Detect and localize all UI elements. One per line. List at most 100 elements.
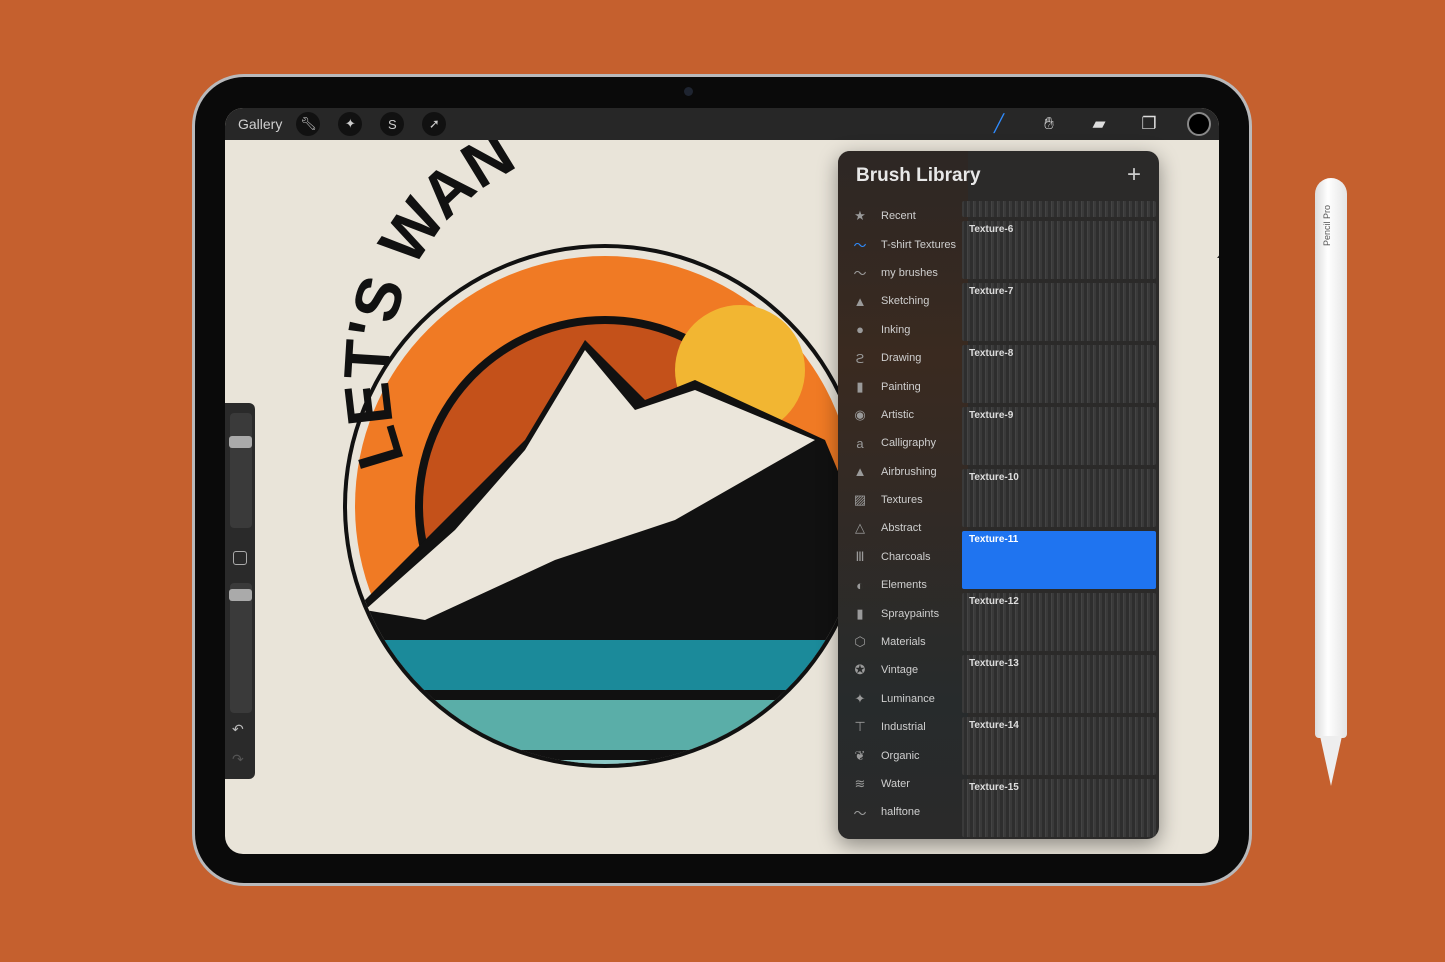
brush-category-item[interactable]: △ Abstract <box>838 514 962 542</box>
category-icon: ϩ <box>855 350 865 366</box>
category-label: Materials <box>881 636 926 649</box>
category-icon: ◉ <box>854 406 866 422</box>
category-icon: ✪ <box>854 662 866 678</box>
brush-category-item[interactable]: ✦ Luminance <box>838 685 962 713</box>
apple-pencil <box>1315 178 1347 738</box>
category-label: Airbrushing <box>881 465 937 478</box>
brush-tile[interactable]: Texture-10 <box>962 469 1156 527</box>
category-label: Inking <box>881 323 911 336</box>
category-icon: ≋ <box>854 776 866 791</box>
brush-category-item[interactable]: ▲ Airbrushing <box>838 458 962 486</box>
camera <box>684 87 693 96</box>
color-picker-button[interactable] <box>1187 112 1211 136</box>
category-label: my brushes <box>881 266 938 279</box>
category-label: Organic <box>881 749 920 762</box>
brush-category-item[interactable]: 〜 halftone <box>838 798 962 826</box>
undo-icon[interactable]: ↶ <box>232 721 244 738</box>
category-icon: ▲ <box>853 464 867 480</box>
brush-name: Texture-14 <box>969 720 1019 731</box>
category-label: Vintage <box>881 664 919 677</box>
brush-category-item[interactable]: ❦ Organic <box>838 741 962 769</box>
opacity-slider[interactable] <box>230 583 252 713</box>
brush-name: Texture-7 <box>969 286 1014 297</box>
category-icon: ▮ <box>856 378 864 394</box>
brush-category-item[interactable]: ⊤ Industrial <box>838 713 962 741</box>
selection-s-icon[interactable]: S <box>380 112 405 136</box>
move-arrow-icon[interactable]: ➚ <box>422 112 447 136</box>
brush-category-item[interactable]: ● Inking <box>838 316 962 344</box>
modify-button[interactable] <box>233 551 247 565</box>
brush-category-item[interactable]: ◉ Artistic <box>838 401 962 429</box>
category-label: Elements <box>881 579 927 592</box>
category-label: Calligraphy <box>881 437 937 450</box>
brush-category-item[interactable]: ▮ Spraypaints <box>838 599 962 627</box>
brush-tile[interactable]: Texture-6 <box>962 221 1156 279</box>
brush-category-item[interactable]: ▨ Textures <box>838 486 962 514</box>
brush-tile[interactable]: Texture-11 <box>962 531 1156 589</box>
brush-library-panel: Brush Library + ★ Recent 〜 T-shirt Textures… <box>838 151 1159 839</box>
category-label: T-shirt Textures <box>881 238 956 251</box>
brush-category-item[interactable]: 〜 T-shirt Textures <box>838 230 962 258</box>
brush-tile[interactable]: Texture-9 <box>962 407 1156 465</box>
category-icon: a <box>856 435 864 451</box>
brush-category-item[interactable]: ◐ Elements <box>838 571 962 599</box>
category-icon: 〜 <box>853 238 867 254</box>
brush-name: Texture-15 <box>969 782 1019 793</box>
brush-category-item[interactable]: ▮ Painting <box>838 372 962 400</box>
brush-category-item[interactable]: ▲ Sketching <box>838 287 962 315</box>
eraser-icon[interactable]: ▰ <box>1087 112 1111 136</box>
brush-size-slider[interactable] <box>230 413 252 528</box>
brush-category-item[interactable]: ✪ Vintage <box>838 656 962 684</box>
gallery-button[interactable]: Gallery <box>238 116 282 132</box>
brush-tile[interactable]: Texture-14 <box>962 717 1156 775</box>
category-label: Water <box>881 778 910 790</box>
brush-tile[interactable]: Texture-15 <box>962 779 1156 837</box>
brush-category-item[interactable]: Ⅲ Charcoals <box>838 543 962 571</box>
pencil-label: Pencil Pro <box>1322 205 1332 247</box>
brush-name: Texture-6 <box>969 224 1014 235</box>
category-icon: ▨ <box>853 492 867 508</box>
category-label: halftone <box>881 806 921 819</box>
wrench-icon[interactable]: 🔧︎ <box>296 112 321 136</box>
category-icon: ▮ <box>856 605 864 621</box>
brush-name: Texture-10 <box>969 472 1019 483</box>
brush-tile[interactable]: Texture-7 <box>962 283 1156 341</box>
brush-size-handle[interactable] <box>229 436 252 448</box>
brush-category-item[interactable]: ⬡ Materials <box>838 628 962 656</box>
opacity-handle[interactable] <box>229 589 252 601</box>
brush-name: Texture-9 <box>969 410 1014 421</box>
category-label: Luminance <box>881 692 935 705</box>
category-label: Recent <box>881 210 916 223</box>
pencil-tip <box>1320 736 1342 786</box>
top-toolbar: Gallery 🔧︎ ✦ S ➚ ╱ ✋︎ ▰ ❐ <box>225 108 1219 140</box>
magic-wand-icon[interactable]: ✦ <box>338 112 363 136</box>
category-icon: ★ <box>854 208 866 224</box>
brush-name: Texture-11 <box>969 534 1019 545</box>
category-label: Painting <box>881 380 921 393</box>
category-label: Textures <box>881 494 923 507</box>
category-icon: ⊤ <box>854 719 866 735</box>
category-label: Artistic <box>881 408 914 421</box>
brush-category-item[interactable]: ★ Recent <box>838 202 962 230</box>
brush-tile-partial[interactable] <box>962 201 1156 217</box>
category-icon: ◐ <box>856 577 864 593</box>
category-icon: 〜 <box>853 266 867 282</box>
brush-tile[interactable]: Texture-8 <box>962 345 1156 403</box>
brush-tile[interactable]: Texture-13 <box>962 655 1156 713</box>
redo-icon[interactable]: ↷ <box>232 751 244 768</box>
brush-icon[interactable]: ╱ <box>987 112 1011 136</box>
brush-category-item[interactable]: ≋ Water <box>838 770 962 798</box>
smudge-icon[interactable]: ✋︎ <box>1037 112 1061 136</box>
category-icon: ▲ <box>853 293 867 309</box>
brush-library-title: Brush Library <box>856 165 981 186</box>
brush-category-item[interactable]: a Calligraphy <box>838 429 962 457</box>
category-icon: △ <box>855 520 865 536</box>
brush-category-item[interactable]: ϩ Drawing <box>838 344 962 372</box>
layers-icon[interactable]: ❐ <box>1137 112 1161 136</box>
brush-tile[interactable]: Texture-12 <box>962 593 1156 651</box>
procreate-screen: LET'S WAN Gallery 🔧︎ ✦ S ➚ ╱ ✋︎ ▰ ❐ ↶ ↷ … <box>225 108 1219 854</box>
brush-name: Texture-8 <box>969 348 1014 359</box>
side-sliders: ↶ ↷ <box>225 403 255 779</box>
add-brush-button[interactable]: + <box>1127 161 1141 189</box>
brush-category-item[interactable]: 〜 my brushes <box>838 259 962 287</box>
